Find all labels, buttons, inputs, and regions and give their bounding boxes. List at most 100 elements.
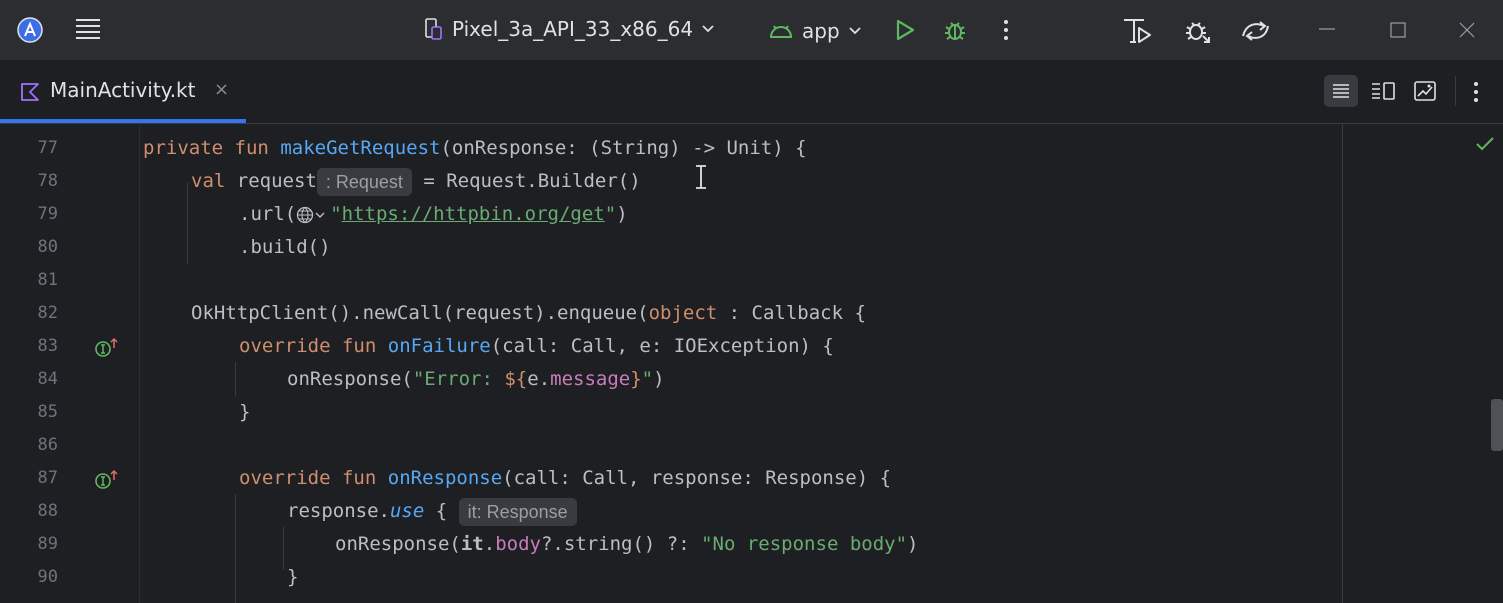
code-line-84: onResponse("Error: ${e.message}") <box>287 363 665 396</box>
url-link[interactable]: https://httpbin.org/get <box>342 203 605 225</box>
text-cursor-icon <box>696 165 706 189</box>
indent-guide <box>283 527 284 570</box>
token: (call: Call, e: IOException) { <box>490 335 834 357</box>
active-tab-indicator <box>0 119 246 123</box>
token: onResponse <box>387 467 503 489</box>
minimize-icon[interactable] <box>1317 22 1337 36</box>
device-name: Pixel_3a_API_33_x86_64 <box>452 17 694 41</box>
token: private <box>143 137 224 159</box>
tab-label: MainActivity.kt <box>50 78 196 102</box>
code-line-79: .url("https://httpbin.org/get") <box>239 198 628 231</box>
line-number: 85 <box>37 402 58 422</box>
device-selector[interactable]: Pixel_3a_API_33_x86_64 <box>424 17 715 41</box>
code-view-button[interactable] <box>1324 75 1358 107</box>
line-number: 90 <box>37 567 58 587</box>
indent-guide <box>235 494 236 603</box>
code-line-88: response.use { it: Response <box>287 495 577 528</box>
attach-debugger-icon[interactable] <box>1183 16 1213 46</box>
token: it <box>460 533 484 555</box>
code-view-icon <box>1333 84 1349 98</box>
chevron-down-icon <box>702 25 714 33</box>
indent-guide <box>235 362 236 396</box>
token: override <box>239 335 331 357</box>
token: . <box>483 533 496 555</box>
split-view-button[interactable] <box>1366 75 1400 107</box>
design-view-icon <box>1414 81 1436 101</box>
token: } <box>630 368 642 390</box>
token: (call: Call, response: Response) { <box>502 467 892 489</box>
line-number: 88 <box>37 501 58 521</box>
token: .url( <box>239 203 297 225</box>
editor-tab-bar: MainActivity.kt × <box>0 60 1503 124</box>
implements-method-icon[interactable] <box>93 336 123 360</box>
token: " <box>330 203 342 225</box>
token: ?.string() ?: <box>540 533 702 555</box>
code-editor[interactable]: 77 78 79 80 81 82 83 84 85 86 87 88 89 9… <box>0 124 1503 603</box>
debug-button[interactable] <box>942 17 968 43</box>
implements-method-icon[interactable] <box>93 468 123 492</box>
token: : Callback { <box>717 302 866 324</box>
line-number: 82 <box>37 303 58 323</box>
token: fun <box>341 335 377 357</box>
code-line-82: OkHttpClient().newCall(request).enqueue(… <box>191 297 866 330</box>
play-icon <box>896 19 915 41</box>
token: request <box>236 170 317 192</box>
bug-icon <box>945 22 965 40</box>
line-number: 89 <box>37 534 58 554</box>
close-window-icon[interactable] <box>1458 21 1476 39</box>
run-config-name: app <box>802 19 840 43</box>
title-bar: Pixel_3a_API_33_x86_64 app <box>0 0 1503 60</box>
token: "Error: <box>412 368 505 390</box>
code-line-87: override fun onResponse(call: Call, resp… <box>239 462 891 495</box>
run-config-selector[interactable]: app <box>768 19 862 43</box>
maximize-icon[interactable] <box>1389 22 1407 38</box>
code-line-90: } <box>287 566 299 588</box>
vertical-scrollbar-thumb[interactable] <box>1491 399 1503 451</box>
indent-guide <box>187 182 188 264</box>
line-number: 84 <box>37 369 58 389</box>
token: fun <box>341 467 377 489</box>
token: message <box>550 368 631 390</box>
token: = Request.Builder() <box>411 170 641 192</box>
line-number: 83 <box>37 336 58 356</box>
token: ${ <box>504 368 528 390</box>
code-line-89: onResponse(it.body?.string() ?: "No resp… <box>335 528 918 561</box>
run-button[interactable] <box>893 18 917 42</box>
line-number: 77 <box>37 138 58 158</box>
token: fun <box>234 137 269 159</box>
token: OkHttpClient().newCall(request).enqueue( <box>191 302 649 324</box>
line-number: 79 <box>37 204 58 224</box>
code-line-78: val request: Request = Request.Builder() <box>191 165 641 198</box>
tab-mainactivity[interactable]: MainActivity.kt × <box>0 60 246 123</box>
token: " <box>641 368 654 390</box>
code-line-85: } <box>239 401 251 423</box>
code-line-80: .build() <box>239 236 331 258</box>
line-number: 80 <box>37 237 58 257</box>
gutter-separator <box>139 124 140 603</box>
token: response. <box>287 500 390 522</box>
more-actions-icon[interactable] <box>1000 18 1012 42</box>
code-line-77: private fun makeGetRequest(onResponse: (… <box>143 132 807 165</box>
token: { <box>424 500 448 522</box>
token: e. <box>527 368 551 390</box>
token: object <box>648 302 718 324</box>
tab-options-icon[interactable] <box>1470 80 1482 104</box>
main-menu-icon[interactable] <box>74 16 102 42</box>
token: use <box>389 500 425 522</box>
no-problems-check-icon[interactable] <box>1475 136 1495 152</box>
token: onResponse( <box>335 533 461 555</box>
apply-changes-icon[interactable] <box>1240 16 1274 46</box>
device-icon <box>425 18 442 40</box>
token: ) <box>907 533 919 555</box>
profiler-icon[interactable] <box>1122 16 1154 46</box>
line-number: 78 <box>37 171 58 191</box>
globe-icon[interactable] <box>296 206 330 224</box>
android-studio-logo-icon[interactable] <box>16 16 44 44</box>
token: ) <box>616 203 628 225</box>
token: onResponse( <box>287 368 413 390</box>
token: ) <box>653 368 665 390</box>
design-view-button[interactable] <box>1408 75 1442 107</box>
tab-close-icon[interactable]: × <box>214 79 229 100</box>
token: "No response body" <box>701 533 908 555</box>
toolbar-divider <box>1455 76 1456 106</box>
